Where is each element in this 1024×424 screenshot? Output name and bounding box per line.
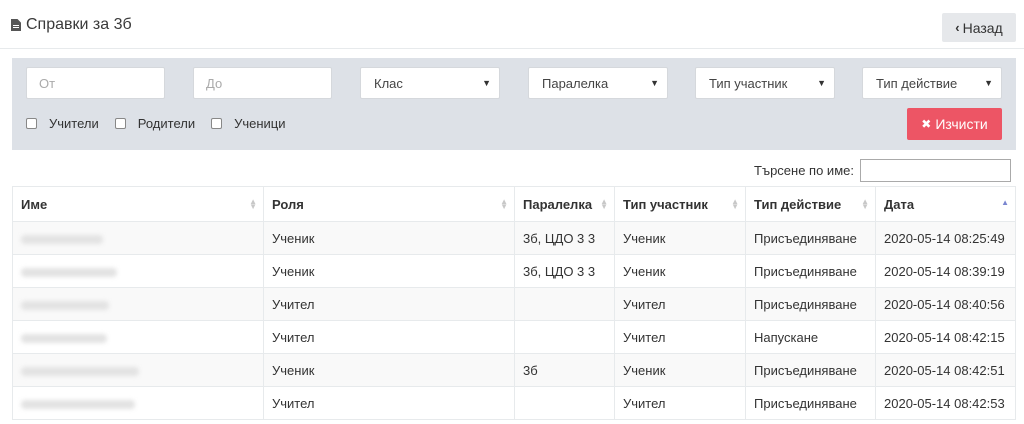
section-cell <box>514 386 615 420</box>
sort-ascending-icon: ▲ <box>1001 198 1009 207</box>
back-button[interactable]: ‹ Назад <box>942 13 1016 42</box>
sort-icon: ▲ ▼ <box>861 197 869 211</box>
action-cell: Присъединяване <box>745 353 876 387</box>
clear-button[interactable]: ✖ Изчисти <box>907 108 1002 140</box>
date-cell: 2020-05-14 08:25:49 <box>875 221 1016 255</box>
sort-icon: ▲ ▼ <box>249 197 257 211</box>
column-header-role[interactable]: Роля ▲ ▼ <box>263 186 515 222</box>
name-cell <box>12 386 264 420</box>
table-row: Ученик 3б, ЦДО 3 3 Ученик Присъединяване… <box>12 254 1016 288</box>
table-row: Ученик 3б Ученик Присъединяване 2020-05-… <box>12 353 1016 387</box>
table-header-row: Име ▲ ▼ Роля ▲ ▼ Паралелка ▲ ▼ Тип участник ▲ ▼ … <box>12 186 1016 222</box>
blurred-name <box>21 267 117 277</box>
date-to-input[interactable]: До <box>193 67 332 99</box>
date-cell: 2020-05-14 08:42:51 <box>875 353 1016 387</box>
filter-panel: От До Клас ▼ Паралелка ▼ Тип участник ▼ … <box>12 58 1016 150</box>
teachers-checkbox[interactable] <box>26 118 37 129</box>
sort-icon: ▲ ▼ <box>731 197 739 211</box>
column-header-name[interactable]: Име ▲ ▼ <box>12 186 264 222</box>
document-icon <box>11 19 21 31</box>
date-cell: 2020-05-14 08:42:15 <box>875 320 1016 354</box>
parents-checkbox-label: Родители <box>137 116 196 131</box>
role-cell: Учител <box>263 287 515 321</box>
name-cell <box>12 221 264 255</box>
role-cell: Учител <box>263 320 515 354</box>
section-cell: 3б <box>514 353 615 387</box>
column-header-participant-type[interactable]: Тип участник ▲ ▼ <box>614 186 746 222</box>
students-checkbox[interactable] <box>211 118 223 129</box>
action-type-select[interactable]: Тип действие ▼ <box>862 67 1002 99</box>
teachers-checkbox-label: Учители <box>49 116 99 131</box>
name-search: Търсене по име: <box>754 159 1011 182</box>
date-from-placeholder: От <box>39 75 56 91</box>
participant-cell: Учител <box>614 386 746 420</box>
blurred-name <box>21 333 107 343</box>
action-cell: Присъединяване <box>745 386 876 420</box>
date-cell: 2020-05-14 08:39:19 <box>875 254 1016 288</box>
back-button-label: Назад <box>962 19 1003 36</box>
page-header: Справки за 3б ‹ Назад <box>0 0 1024 49</box>
table-row: Ученик 3б, ЦДО 3 3 Ученик Присъединяване… <box>12 221 1016 255</box>
caret-down-icon: ▼ <box>482 78 491 88</box>
name-cell <box>12 320 264 354</box>
participant-cell: Ученик <box>614 353 746 387</box>
caret-down-icon: ▼ <box>650 78 659 88</box>
table-row: Учител Учител Присъединяване 2020-05-14 … <box>12 386 1016 420</box>
page-title-text: Справки за 3б <box>26 16 132 33</box>
table-row: Учител Учител Присъединяване 2020-05-14 … <box>12 287 1016 321</box>
search-input[interactable] <box>859 159 1011 182</box>
participant-type-select-value: Тип участник <box>709 75 788 91</box>
role-checkboxes: Учители Родители Ученици <box>26 116 302 131</box>
date-to-placeholder: До <box>206 75 223 91</box>
name-cell <box>12 254 264 288</box>
chevron-left-icon: ‹ <box>955 20 960 35</box>
page-title: Справки за 3б <box>11 16 132 34</box>
caret-down-icon: ▼ <box>984 78 993 88</box>
role-cell: Ученик <box>263 221 515 255</box>
section-select[interactable]: Паралелка ▼ <box>528 67 668 99</box>
class-select[interactable]: Клас ▼ <box>360 67 500 99</box>
participant-cell: Учител <box>614 287 746 321</box>
participant-cell: Учител <box>614 320 746 354</box>
column-header-section[interactable]: Паралелка ▲ ▼ <box>514 186 615 222</box>
search-label: Търсене по име: <box>754 163 854 178</box>
date-cell: 2020-05-14 08:40:56 <box>875 287 1016 321</box>
role-cell: Ученик <box>263 353 515 387</box>
participant-cell: Ученик <box>614 254 746 288</box>
action-type-select-value: Тип действие <box>876 75 958 91</box>
table-row: Учител Учител Напускане 2020-05-14 08:42… <box>12 320 1016 354</box>
caret-down-icon: ▼ <box>817 78 826 88</box>
name-cell <box>12 287 264 321</box>
column-header-action-type[interactable]: Тип действие ▲ ▼ <box>745 186 876 222</box>
close-icon: ✖ <box>921 117 932 131</box>
reports-table: Име ▲ ▼ Роля ▲ ▼ Паралелка ▲ ▼ Тип участник ▲ ▼ … <box>12 186 1016 420</box>
sort-icon: ▲ ▼ <box>600 197 608 211</box>
action-cell: Напускане <box>745 320 876 354</box>
parents-checkbox[interactable] <box>114 118 126 129</box>
section-cell: 3б, ЦДО 3 3 <box>514 221 615 255</box>
clear-button-label: Изчисти <box>935 116 988 132</box>
blurred-name <box>21 399 135 409</box>
section-cell <box>514 320 615 354</box>
column-header-date[interactable]: Дата ▲ <box>875 186 1016 222</box>
action-cell: Присъединяване <box>745 221 876 255</box>
blurred-name <box>21 234 103 244</box>
section-cell <box>514 287 615 321</box>
class-select-value: Клас <box>374 75 403 91</box>
students-checkbox-label: Ученици <box>234 116 286 131</box>
role-cell: Учител <box>263 386 515 420</box>
date-from-input[interactable]: От <box>26 67 165 99</box>
name-cell <box>12 353 264 387</box>
date-cell: 2020-05-14 08:42:53 <box>875 386 1016 420</box>
blurred-name <box>21 366 139 376</box>
participant-type-select[interactable]: Тип участник ▼ <box>695 67 835 99</box>
participant-cell: Ученик <box>614 221 746 255</box>
sort-icon: ▲ ▼ <box>500 197 508 211</box>
blurred-name <box>21 300 109 310</box>
action-cell: Присъединяване <box>745 287 876 321</box>
section-cell: 3б, ЦДО 3 3 <box>514 254 615 288</box>
action-cell: Присъединяване <box>745 254 876 288</box>
role-cell: Ученик <box>263 254 515 288</box>
section-select-value: Паралелка <box>542 75 609 91</box>
